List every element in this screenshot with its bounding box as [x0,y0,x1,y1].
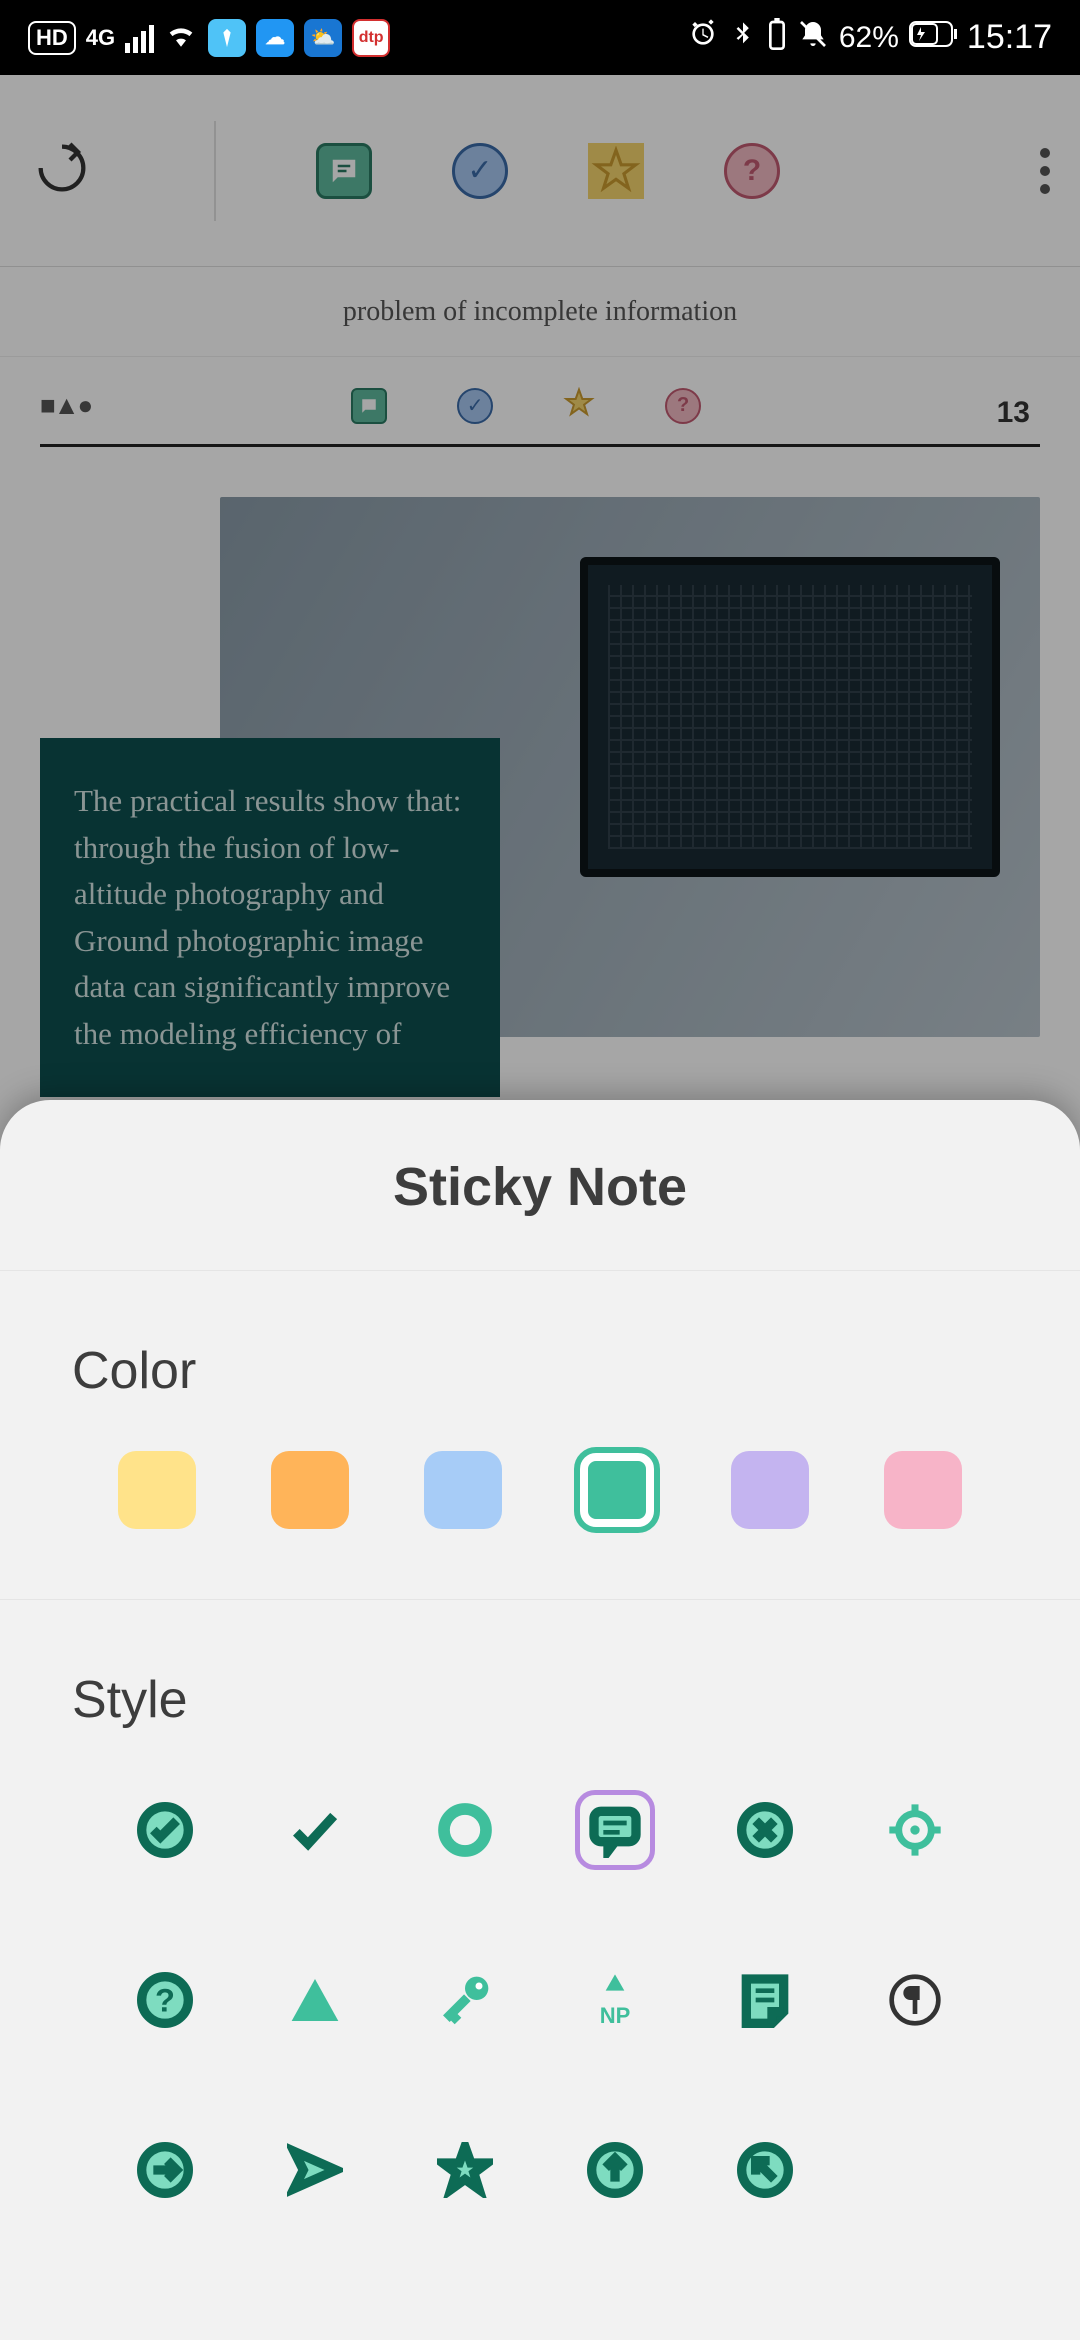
hd-badge: HD [28,21,76,55]
style-note[interactable] [725,1960,805,2040]
color-yellow[interactable] [118,1451,196,1529]
alarm-icon [687,18,719,58]
style-crosshair[interactable] [875,1790,955,1870]
color-swatches [0,1451,1080,1600]
network-type: 4G [86,25,115,51]
style-star[interactable] [425,2130,505,2210]
sheet-title: Sticky Note [0,1100,1080,1271]
color-section-label: Color [0,1271,1080,1451]
battery-percent: 62% [839,21,899,55]
color-blue[interactable] [424,1451,502,1529]
wifi-icon [164,17,198,59]
color-green[interactable] [578,1451,656,1529]
signal-icon [125,23,154,53]
style-check-filled[interactable] [125,1790,205,1870]
style-key[interactable] [425,1960,505,2040]
style-arrow-right[interactable] [275,2130,355,2210]
app-icon-2: ☁ [256,19,294,57]
app-icon-4: dtp [352,19,390,57]
mute-icon [797,18,829,58]
style-check[interactable] [275,1790,355,1870]
style-arrow-upleft[interactable] [725,2130,805,2210]
style-cross[interactable] [725,1790,805,1870]
style-arrow-up[interactable] [575,2130,655,2210]
status-left: HD 4G ☁ ⛅ dtp [28,17,390,59]
style-paragraph[interactable] [875,1960,955,2040]
svg-text:?: ? [155,1982,175,2019]
color-purple[interactable] [731,1451,809,1529]
styles-grid: ? NP [0,1780,1080,2270]
status-bar: HD 4G ☁ ⛅ dtp 6 [0,0,1080,75]
app-icon-1 [208,19,246,57]
status-right: 62% 15:17 [687,18,1052,58]
style-empty [875,2130,955,2210]
style-arrow-right-circle[interactable] [125,2130,205,2210]
style-comment[interactable] [575,1790,655,1870]
sticky-note-sheet: Sticky Note Color Style ? [0,1100,1080,2340]
battery-icon [909,21,957,55]
style-section-label: Style [0,1600,1080,1780]
color-orange[interactable] [271,1451,349,1529]
clock: 15:17 [967,18,1052,57]
color-pink[interactable] [884,1451,962,1529]
style-new-paragraph[interactable]: NP [575,1960,655,2040]
screen: HD 4G ☁ ⛅ dtp 6 [0,0,1080,2340]
style-triangle[interactable] [275,1960,355,2040]
bluetooth-icon [729,18,757,58]
app-icon-3: ⛅ [304,19,342,57]
np-label: NP [598,2003,632,2029]
battery-outline-icon [767,18,787,58]
style-help[interactable]: ? [125,1960,205,2040]
style-circle[interactable] [425,1790,505,1870]
